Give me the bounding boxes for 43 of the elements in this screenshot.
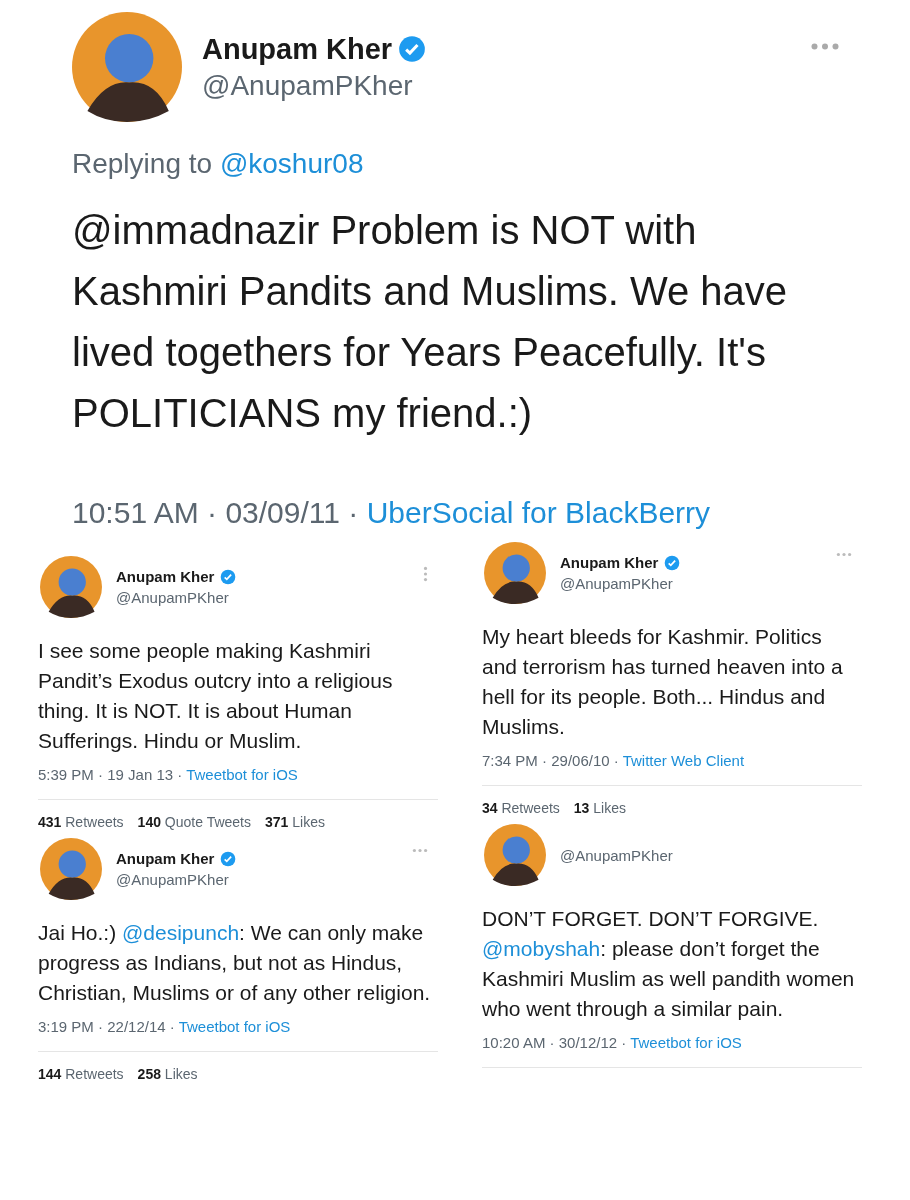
user-handle: @AnupamPKher	[560, 846, 673, 864]
tweet-text: My heart bleeds for Kashmir. Politics and terrorism has turned heaven into a hell for its people. Both... Hindus and Muslims.	[482, 624, 844, 740]
stat-count[interactable]: 13 Likes	[573, 800, 626, 816]
mention-link[interactable]: @desipunch	[122, 921, 240, 944]
source-link[interactable]: Tweetbot for iOS	[186, 766, 298, 783]
tweet-meta: 10:51 AM · 03/09/11 · UberSocial for BlackBerry	[72, 496, 712, 530]
tweet-text: @immadnazir Problem is NOT with Kashmiri Pandits and Muslims. We have lived togethers for Years Peacefully. It's POLITICIANS my friend.:)	[72, 207, 789, 437]
stat-count[interactable]: 431 Retweets	[38, 814, 124, 830]
mention-link[interactable]: @mobyshah	[482, 937, 601, 960]
user-name: Anupam Kher	[202, 32, 393, 66]
more-options-icon[interactable]	[836, 552, 852, 557]
tweet-meta: 10:20 AM · 30/12/12 · Tweetbot for iOS	[482, 1034, 862, 1068]
more-options-icon[interactable]	[423, 566, 428, 582]
avatar	[40, 838, 102, 900]
tweet-meta: 3:19 PM · 22/12/14 · Tweetbot for iOS	[38, 1018, 438, 1052]
avatar	[40, 556, 102, 618]
mention-link[interactable]: @koshur08	[219, 148, 364, 179]
more-options-icon[interactable]	[412, 848, 428, 853]
tweet-text: I see some people making Kashmiri Pandit’s Exodus outcry into a religious thing. It is NOT. It is about Human Sufferings. Hindu or Muslim.	[38, 638, 394, 754]
source-link[interactable]: UberSocial for BlackBerry	[366, 496, 711, 529]
user-handle: @AnupamPKher	[116, 871, 230, 888]
avatar	[484, 824, 546, 886]
avatar	[484, 542, 546, 604]
tweet-text: DON’T FORGET. DON’T FORGIVE. @mobyshah: please don’t forget the Kashmiri Muslim as well pandith women who went through a similar pain.	[482, 906, 856, 1022]
user-handle: @AnupamPKher	[202, 69, 414, 102]
user-handle: @AnupamPKher	[560, 575, 674, 592]
stat-count[interactable]: 258 Likes	[137, 1066, 198, 1082]
user-name: Anupam Kher	[116, 568, 215, 585]
tweet-meta: 5:39 PM · 19 Jan 13 · Tweetbot for iOS	[38, 766, 438, 800]
source-link[interactable]: Tweetbot for iOS	[630, 1034, 742, 1051]
user-name: Anupam Kher	[560, 554, 659, 571]
tweet-text: Jai Ho.:) @desipunch: We can only make progress as Indians, but not as Hindus, Christian, Muslims or of any other religion.	[38, 920, 432, 1006]
stat-count[interactable]: 34 Retweets	[482, 800, 560, 816]
source-link[interactable]: Twitter Web Client	[622, 752, 745, 769]
stat-count[interactable]: 144 Retweets	[38, 1066, 124, 1082]
stat-count[interactable]: 140 Quote Tweets	[137, 814, 251, 830]
tweet-meta: 7:34 PM · 29/06/10 · Twitter Web Client	[482, 752, 862, 786]
user-name: Anupam Kher	[116, 850, 215, 867]
replying-to-text: Replying to @koshur08	[72, 148, 365, 180]
stat-count[interactable]: 371 Likes	[265, 814, 325, 830]
more-options-icon[interactable]	[810, 42, 840, 51]
source-link[interactable]: Tweetbot for iOS	[178, 1018, 291, 1035]
user-handle: @AnupamPKher	[116, 589, 230, 606]
